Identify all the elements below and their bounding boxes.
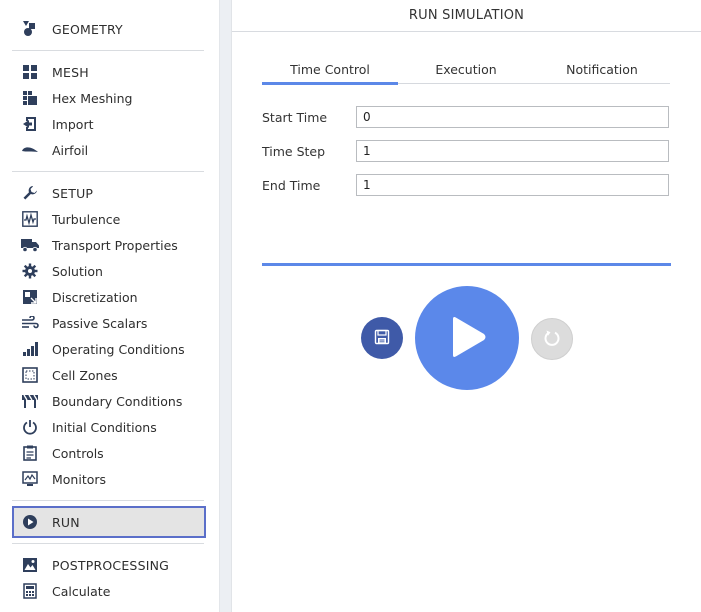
sidebar-divider (12, 543, 204, 544)
sidebar-item-label: Airfoil (52, 142, 89, 158)
time-step-row: Time Step (262, 140, 670, 162)
sidebar-item-label: MESH (52, 64, 89, 80)
sidebar-item-label: Operating Conditions (52, 341, 185, 357)
time-step-label: Time Step (262, 143, 326, 159)
start-time-input[interactable] (356, 106, 669, 128)
truck-icon (20, 236, 40, 254)
sidebar-item-mesh[interactable]: MESH (12, 59, 206, 85)
sidebar-item-label: Calculate (52, 583, 111, 599)
start-time-label: Start Time (262, 109, 328, 125)
sidebar-item-discretization[interactable]: Discretization (12, 284, 206, 310)
dotted-square-icon (20, 366, 40, 384)
sidebar-item-label: Transport Properties (52, 237, 178, 253)
clipboard-icon (20, 444, 40, 462)
sidebar-item-cell-zones[interactable]: Cell Zones (12, 362, 206, 388)
gear-icon (20, 262, 40, 280)
sidebar-item-initial-conditions[interactable]: Initial Conditions (12, 414, 206, 440)
sidebar-divider (12, 50, 204, 51)
import-icon (20, 115, 40, 133)
sidebar-item-hex-meshing[interactable]: Hex Meshing (12, 85, 206, 111)
sidebar-item-label: Turbulence (52, 211, 121, 227)
wrench-icon (20, 184, 40, 202)
start-time-row: Start Time (262, 106, 670, 128)
airfoil-icon (20, 141, 40, 159)
sidebar-item-label: Boundary Conditions (52, 393, 183, 409)
time-step-input[interactable] (356, 140, 669, 162)
sidebar-item-label: Passive Scalars (52, 315, 148, 331)
sidebar-item-label: GEOMETRY (52, 21, 123, 37)
play-icon (447, 315, 487, 362)
sidebar-item-label: POSTPROCESSING (52, 557, 170, 573)
floppy-disk-icon (374, 329, 390, 348)
progress-divider (262, 263, 671, 266)
end-time-input[interactable] (356, 174, 669, 196)
run-simulation-panel: RUN SIMULATION Time Control Execution No… (231, 0, 701, 612)
sidebar-item-label: Solution (52, 263, 103, 279)
calculator-icon (20, 582, 40, 600)
sidebar-divider (12, 500, 204, 501)
sidebar-item-label: Discretization (52, 289, 138, 305)
tab-bar: Time Control Execution Notification (262, 56, 670, 85)
save-button[interactable] (361, 317, 403, 359)
sidebar-item-boundary-conditions[interactable]: Boundary Conditions (12, 388, 206, 414)
sidebar-item-turbulence[interactable]: Turbulence (12, 206, 206, 232)
shapes-icon (20, 20, 40, 38)
tab-notification[interactable]: Notification (534, 56, 670, 83)
play-button[interactable] (415, 286, 519, 390)
wind-icon (20, 314, 40, 332)
sidebar-item-run[interactable]: RUN (12, 506, 206, 538)
sidebar-item-controls[interactable]: Controls (12, 440, 206, 466)
sidebar-item-setup[interactable]: SETUP (12, 180, 206, 206)
hex-mesh-icon (20, 89, 40, 107)
power-icon (20, 418, 40, 436)
sidebar-item-label: RUN (52, 514, 80, 530)
reset-button[interactable] (531, 318, 573, 360)
sidebar-item-label: Hex Meshing (52, 90, 133, 106)
sidebar-item-label: Import (52, 116, 94, 132)
sidebar-item-solution[interactable]: Solution (12, 258, 206, 284)
monitor-icon (20, 470, 40, 488)
sidebar-item-label: Initial Conditions (52, 419, 157, 435)
play-circle-icon (20, 513, 40, 531)
sidebar: GEOMETRY MESH Hex Meshing Import Airfoil… (0, 0, 220, 612)
sidebar-item-operating-conditions[interactable]: Operating Conditions (12, 336, 206, 362)
grid-icon (20, 63, 40, 81)
waveform-icon (20, 210, 40, 228)
sidebar-item-import[interactable]: Import (12, 111, 206, 137)
sidebar-divider (12, 171, 204, 172)
tab-time-control[interactable]: Time Control (262, 56, 398, 85)
panel-title: RUN SIMULATION (232, 0, 701, 32)
end-time-row: End Time (262, 174, 670, 196)
sidebar-item-label: Cell Zones (52, 367, 118, 383)
sidebar-item-geometry[interactable]: GEOMETRY (12, 16, 206, 42)
sidebar-item-transport-properties[interactable]: Transport Properties (12, 232, 206, 258)
image-icon (20, 556, 40, 574)
sidebar-item-label: Monitors (52, 471, 107, 487)
sidebar-item-label: Controls (52, 445, 104, 461)
tab-execution[interactable]: Execution (398, 56, 534, 83)
sidebar-item-label: SETUP (52, 185, 94, 201)
refresh-icon (543, 329, 561, 350)
sidebar-item-postprocessing[interactable]: POSTPROCESSING (12, 552, 206, 578)
end-time-label: End Time (262, 177, 321, 193)
sidebar-item-calculate[interactable]: Calculate (12, 578, 206, 604)
sidebar-item-passive-scalars[interactable]: Passive Scalars (12, 310, 206, 336)
bar-chart-icon (20, 340, 40, 358)
discretization-icon (20, 288, 40, 306)
sidebar-item-airfoil[interactable]: Airfoil (12, 137, 206, 163)
sidebar-item-monitors[interactable]: Monitors (12, 466, 206, 492)
barrier-icon (20, 392, 40, 410)
